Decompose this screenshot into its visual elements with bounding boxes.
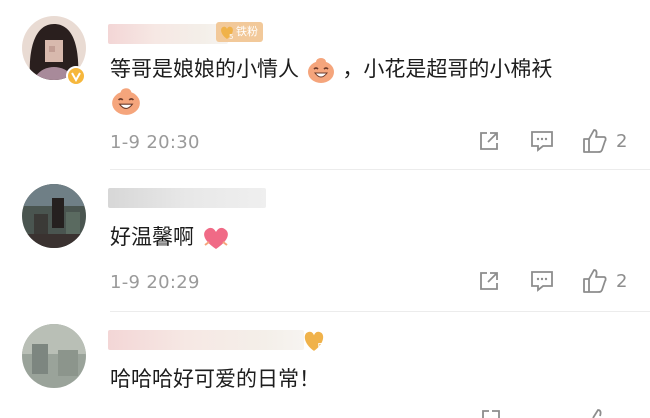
comment-item: 5 哈哈哈好可爱的日常！ xyxy=(0,312,650,418)
comment-text: 好温馨啊 xyxy=(110,222,231,252)
comment-text: 哈哈哈好可爱的日常！ xyxy=(110,367,320,391)
fan-level-icon: 5 xyxy=(304,331,324,354)
comment-time: 1-9 20:29 xyxy=(110,272,200,293)
fan-badge: 5 铁粉 xyxy=(216,22,263,42)
fan-level-icon: 5 xyxy=(221,26,233,41)
comment-time: 1-9 20:30 xyxy=(110,132,200,153)
fan-badge-label: 铁粉 xyxy=(236,25,258,38)
avatar[interactable] xyxy=(22,324,86,388)
laughing-emoji-icon xyxy=(307,58,334,83)
comment-item: 5 铁粉 等哥是娘娘的小情人 ，小花是超哥的小棉袄 1-9 20:30 2 xyxy=(0,0,650,170)
avatar[interactable] xyxy=(22,184,86,248)
username-blurred[interactable] xyxy=(108,24,228,44)
username-blurred[interactable] xyxy=(108,188,266,208)
comment-icon[interactable] xyxy=(530,130,554,152)
like-count: 2 xyxy=(616,131,628,152)
like-icon[interactable] xyxy=(582,268,608,294)
verified-badge-icon xyxy=(66,66,86,86)
like-icon[interactable] xyxy=(582,128,608,154)
comment-text-part1: 等哥是娘娘的小情人 xyxy=(110,57,299,81)
comment-text-content: 好温馨啊 xyxy=(110,225,194,249)
heart-emoji-icon xyxy=(203,227,228,249)
laughing-emoji-icon xyxy=(112,88,140,115)
like-icon[interactable] xyxy=(586,408,612,418)
like-count: 2 xyxy=(616,271,628,292)
comment-item: 好温馨啊 1-9 20:29 2 xyxy=(0,170,650,312)
comment-text-part2: ，小花是超哥的小棉袄 xyxy=(342,57,553,81)
svg-text:5: 5 xyxy=(317,341,324,354)
username-blurred[interactable] xyxy=(108,330,304,350)
svg-text:5: 5 xyxy=(229,33,233,41)
share-icon[interactable] xyxy=(480,408,502,418)
comment-text: 等哥是娘娘的小情人 ，小花是超哥的小棉袄 xyxy=(110,54,552,84)
comment-icon[interactable] xyxy=(530,270,554,292)
share-icon[interactable] xyxy=(478,130,500,152)
share-icon[interactable] xyxy=(478,270,500,292)
